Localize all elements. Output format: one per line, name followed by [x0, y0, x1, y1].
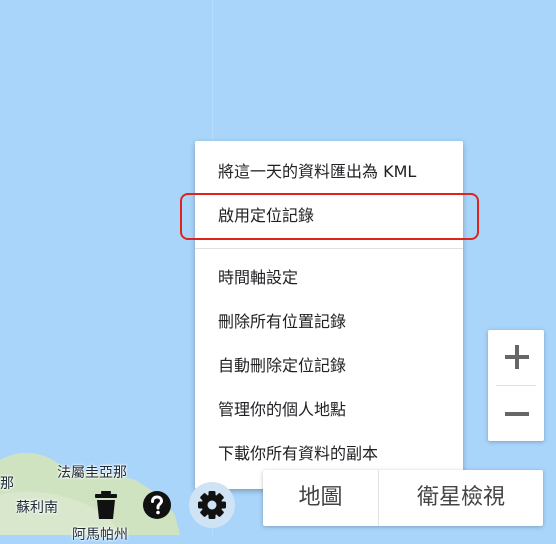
plus-icon: [505, 345, 529, 369]
gear-icon: [198, 491, 226, 519]
help-button[interactable]: [142, 490, 172, 524]
menu-divider: [195, 248, 463, 249]
menu-item-timeline-settings[interactable]: 時間軸設定: [195, 256, 463, 300]
menu-item-auto-delete[interactable]: 自動刪除定位記錄: [195, 344, 463, 388]
settings-button[interactable]: [189, 482, 235, 528]
zoom-control: [488, 330, 544, 441]
map-label-suriname: 蘇利南: [16, 500, 58, 516]
map-type-control: 地圖 衛星檢視: [263, 470, 543, 526]
highlight-annotation: [180, 193, 479, 240]
minus-icon: [505, 412, 529, 416]
menu-item-delete-all-history[interactable]: 刪除所有位置記錄: [195, 300, 463, 344]
delete-button[interactable]: [94, 490, 118, 524]
zoom-in-button[interactable]: [488, 330, 544, 385]
menu-item-export-kml[interactable]: 將這一天的資料匯出為 KML: [195, 150, 463, 194]
map-label-amapa: 阿馬帕州: [72, 527, 128, 543]
map-label-partial: 那: [0, 476, 14, 492]
zoom-out-button[interactable]: [488, 386, 544, 441]
map-type-satellite-button[interactable]: 衛星檢視: [379, 470, 543, 526]
trash-icon: [95, 491, 117, 519]
map-type-map-button[interactable]: 地圖: [263, 470, 378, 526]
help-icon: [143, 491, 171, 519]
map-label-french-guiana: 法屬圭亞那: [57, 465, 127, 481]
menu-item-manage-places[interactable]: 管理你的個人地點: [195, 388, 463, 432]
